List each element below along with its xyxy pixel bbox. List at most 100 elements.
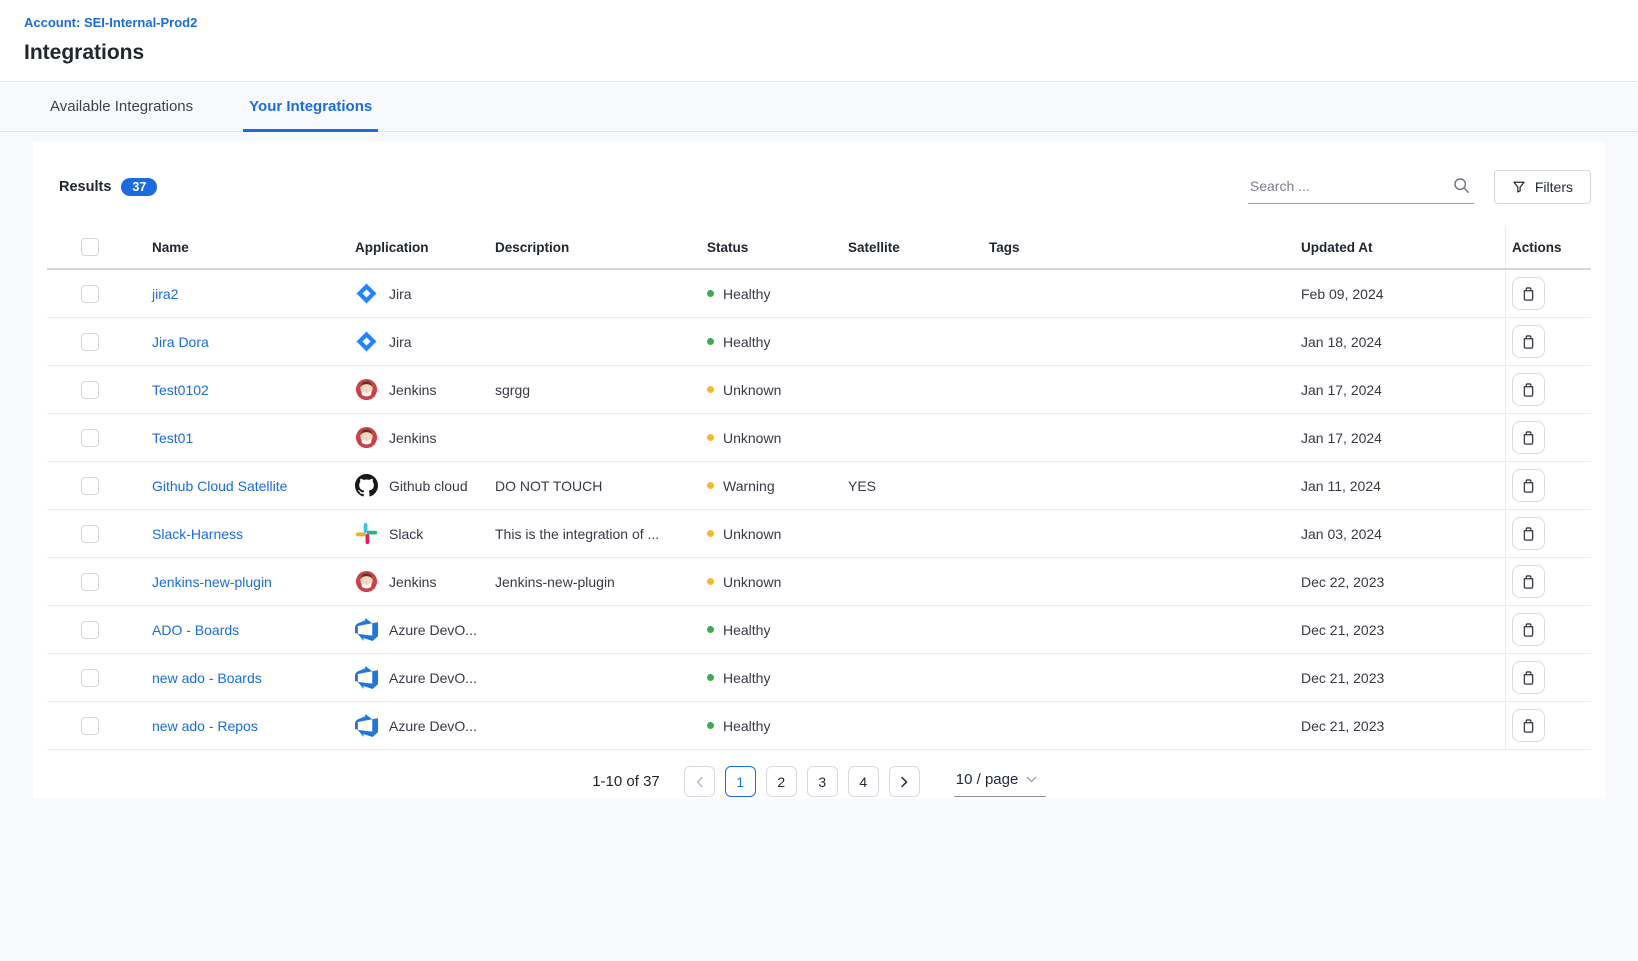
row-checkbox[interactable] [81,477,99,495]
table-row: Jira Dora Jira Healthy Jan 18, 2024 [47,318,1591,366]
delete-button[interactable] [1512,277,1545,310]
page-size-label: 10 / page [956,771,1019,788]
column-header-actions: Actions [1505,226,1591,268]
results-label: Results [59,179,111,195]
delete-button[interactable] [1512,709,1545,742]
table-body: jira2 Jira Healthy Feb 09, 2024 Jira Dor… [47,270,1591,750]
table-row: Jenkins-new-plugin Jenkins Jenkins-new-p… [47,558,1591,606]
delete-button[interactable] [1512,325,1545,358]
page-button-1[interactable]: 1 [725,766,756,797]
integration-name-link[interactable]: jira2 [152,286,178,302]
table-row: new ado - Boards Azure DevO... Healthy D… [47,654,1591,702]
table-row: ADO - Boards Azure DevO... Healthy Dec 2… [47,606,1591,654]
table-row: new ado - Repos Azure DevO... Healthy De… [47,702,1591,750]
integration-name-link[interactable]: new ado - Boards [152,670,262,686]
row-checkbox[interactable] [81,525,99,543]
description-cell: This is the integration of ... [495,526,707,542]
integration-name-link[interactable]: new ado - Repos [152,718,258,734]
updated-at-cell: Jan 11, 2024 [1301,478,1505,494]
search-input[interactable] [1248,171,1474,204]
delete-button[interactable] [1512,613,1545,646]
toolbar: Results 37 Filters [33,142,1605,226]
jira-icon [355,282,378,305]
status-label: Healthy [723,334,770,350]
status-dot [707,674,714,681]
status-label: Unknown [723,574,781,590]
integration-name-link[interactable]: Github Cloud Satellite [152,478,287,494]
row-checkbox[interactable] [81,717,99,735]
updated-at-cell: Feb 09, 2024 [1301,286,1505,302]
delete-button[interactable] [1512,517,1545,550]
previous-page-button[interactable] [684,766,715,797]
application-label: Jenkins [389,382,436,398]
column-header-status: Status [707,240,848,255]
row-checkbox[interactable] [81,333,99,351]
column-header-updated-at: Updated At [1301,240,1505,255]
trash-icon [1521,382,1536,398]
row-checkbox[interactable] [81,429,99,447]
application-label: Jira [389,334,412,350]
filter-funnel-icon [1512,180,1526,194]
updated-at-cell: Jan 03, 2024 [1301,526,1505,542]
tab-available-integrations[interactable]: Available Integrations [44,98,199,132]
satellite-cell: YES [848,478,989,494]
description-cell: DO NOT TOUCH [495,478,707,494]
application-label: Azure DevO... [389,718,477,734]
delete-button[interactable] [1512,421,1545,454]
integration-name-link[interactable]: ADO - Boards [152,622,239,638]
row-checkbox[interactable] [81,669,99,687]
status-dot [707,626,714,633]
chevron-left-icon [695,776,704,788]
filters-button[interactable]: Filters [1494,170,1591,204]
row-checkbox[interactable] [81,285,99,303]
table-row: Slack-Harness Slack This is the integrat… [47,510,1591,558]
updated-at-cell: Dec 21, 2023 [1301,670,1505,686]
integration-name-link[interactable]: Test01 [152,430,193,446]
column-header-satellite: Satellite [848,240,989,255]
status-label: Healthy [723,670,770,686]
azure-devops-icon [355,618,378,641]
trash-icon [1521,478,1536,494]
status-dot [707,722,714,729]
trash-icon [1521,526,1536,542]
column-header-name: Name [152,240,355,255]
account-breadcrumb-link[interactable]: Account: SEI-Internal-Prod2 [24,15,197,30]
page-button-3[interactable]: 3 [807,766,838,797]
slack-icon [355,522,378,545]
search-icon [1453,177,1470,194]
page-button-4[interactable]: 4 [848,766,879,797]
application-label: Azure DevO... [389,670,477,686]
delete-button[interactable] [1512,373,1545,406]
trash-icon [1521,430,1536,446]
trash-icon [1521,622,1536,638]
next-page-button[interactable] [889,766,920,797]
integration-name-link[interactable]: Jenkins-new-plugin [152,574,272,590]
status-label: Unknown [723,526,781,542]
status-label: Healthy [723,718,770,734]
select-all-checkbox[interactable] [81,238,99,256]
jenkins-icon [355,570,378,593]
row-checkbox[interactable] [81,573,99,591]
table-row: jira2 Jira Healthy Feb 09, 2024 [47,270,1591,318]
status-label: Healthy [723,622,770,638]
jenkins-icon [355,426,378,449]
delete-button[interactable] [1512,469,1545,502]
page-button-2[interactable]: 2 [766,766,797,797]
integration-name-link[interactable]: Jira Dora [152,334,209,350]
updated-at-cell: Dec 22, 2023 [1301,574,1505,590]
row-checkbox[interactable] [81,621,99,639]
table-row: Test0102 Jenkins sgrgg Unknown Jan 17, 2… [47,366,1591,414]
row-checkbox[interactable] [81,381,99,399]
application-label: Azure DevO... [389,622,477,638]
updated-at-cell: Jan 17, 2024 [1301,430,1505,446]
status-dot [707,530,714,537]
page-size-select[interactable]: 10 / page [954,767,1046,797]
trash-icon [1521,718,1536,734]
delete-button[interactable] [1512,565,1545,598]
integration-name-link[interactable]: Test0102 [152,382,209,398]
tab-your-integrations[interactable]: Your Integrations [243,98,378,132]
integration-name-link[interactable]: Slack-Harness [152,526,243,542]
delete-button[interactable] [1512,661,1545,694]
chevron-right-icon [900,776,909,788]
status-dot [707,482,714,489]
